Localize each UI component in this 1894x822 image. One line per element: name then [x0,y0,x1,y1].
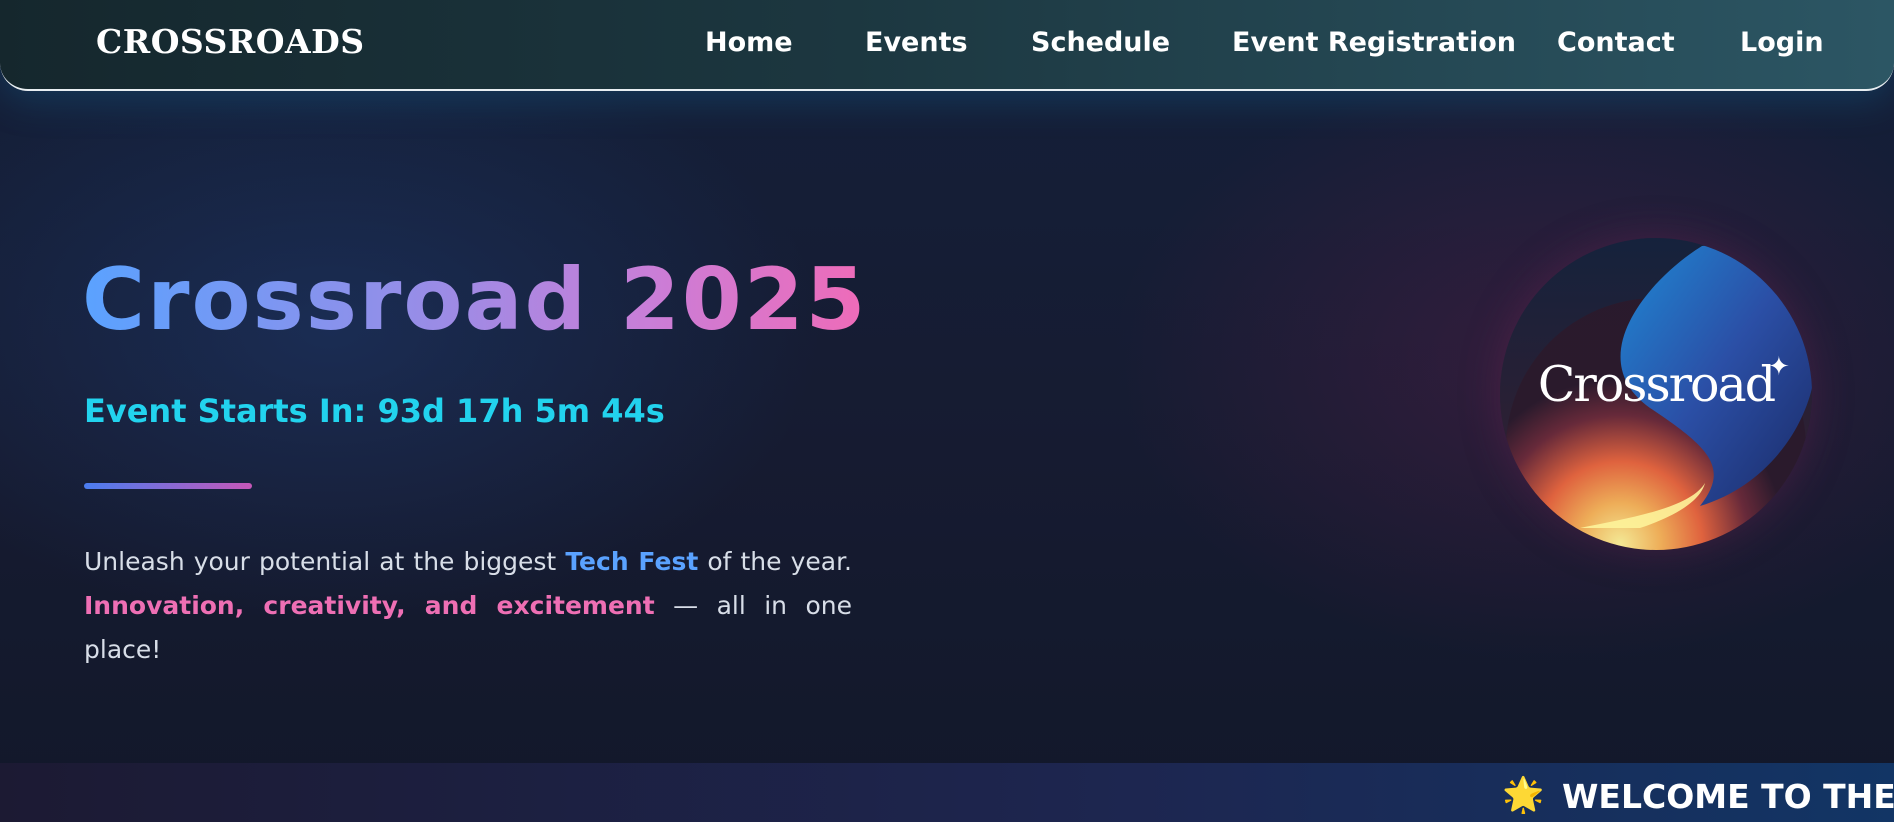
navbar: CROSSROADS Home Events Schedule Event Re… [0,0,1894,91]
nav-link-schedule[interactable]: Schedule [1031,27,1170,58]
logo-wordmark: Crossroad [1537,356,1776,413]
brand-logo[interactable]: CROSSROADS [96,22,365,61]
hero-tagline: Unleash your potential at the biggest Te… [84,540,852,672]
gradient-divider [84,483,252,489]
nav-link-event-registration[interactable]: Event Registration [1232,27,1516,58]
tagline-highlight-tech-fest: Tech Fest [565,547,699,576]
sparkle-icon: ✦ [1768,352,1790,382]
countdown-timer: Event Starts In: 93d 17h 5m 44s [84,392,665,430]
tagline-mid: of the year. [707,547,852,576]
hero-title: Crossroad 2025 [82,250,868,350]
welcome-banner: 🌟 WELCOME TO THE [0,763,1894,822]
nav-link-contact[interactable]: Contact [1557,27,1675,58]
tagline-start: Unleash your potential at the biggest [84,547,557,576]
nav-link-login[interactable]: Login [1740,27,1824,58]
star-icon: 🌟 [1502,775,1545,815]
tagline-highlight-innovation: Innovation, creativity, and excitement [84,591,655,620]
crossroad-logo-image: Crossroad [1500,238,1812,550]
welcome-banner-text: WELCOME TO THE [1562,777,1894,816]
page: CROSSROADS Home Events Schedule Event Re… [0,0,1894,822]
nav-link-events[interactable]: Events [865,27,968,58]
nav-link-home[interactable]: Home [705,27,793,58]
